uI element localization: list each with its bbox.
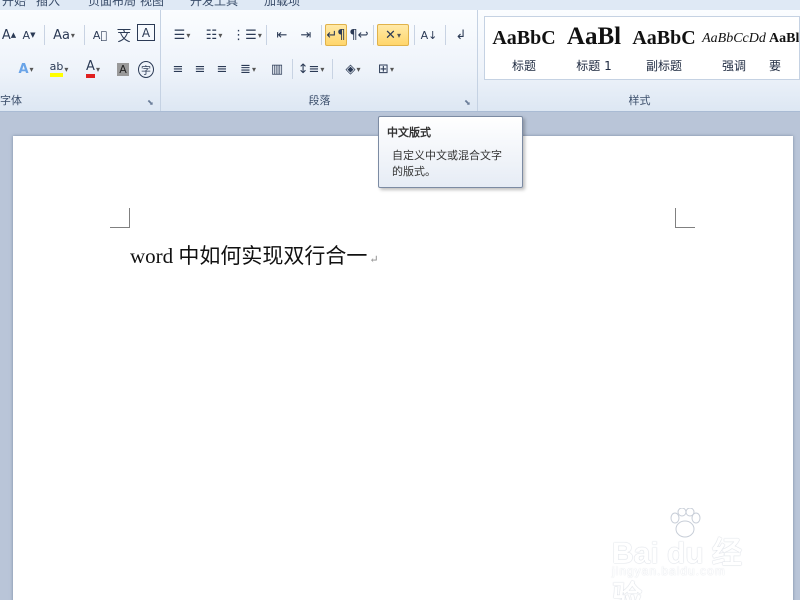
document-text[interactable]: word 中如何实现双行合一 ↵ bbox=[130, 240, 379, 270]
separator bbox=[373, 25, 374, 45]
ribbon-tab-strip: 开始 插入 页面布局 视图 开发工具 加载项 bbox=[0, 0, 800, 10]
tooltip-body-line: 的版式。 bbox=[392, 165, 436, 178]
increase-indent-button[interactable]: ⇥ bbox=[295, 24, 317, 46]
style-heading-1[interactable]: AaBl 标题 1 bbox=[559, 17, 629, 79]
margin-corner-mark bbox=[110, 208, 130, 228]
style-title[interactable]: AaBbC 标题 bbox=[489, 17, 559, 79]
tooltip-body: 自定义中文或混合文字 的版式。 bbox=[387, 148, 514, 180]
styles-gallery[interactable]: AaBbC 标题 AaBl 标题 1 AaBbC 副标题 AaBbCcDd 强调… bbox=[484, 16, 800, 80]
change-case-button[interactable]: Aa ▾ bbox=[50, 24, 78, 46]
shrink-font-button[interactable]: A ▼ bbox=[20, 24, 38, 46]
style-name: 标题 bbox=[511, 59, 536, 73]
separator bbox=[84, 25, 85, 45]
paragraph-mark-icon: ↵ bbox=[369, 254, 379, 266]
numbering-button[interactable]: ☷ ▾ bbox=[200, 24, 228, 46]
font-group-label: 字体 bbox=[0, 94, 22, 107]
separator bbox=[292, 59, 293, 79]
style-strong[interactable]: AaBl 要 bbox=[769, 17, 800, 79]
style-name: 副标题 bbox=[645, 59, 682, 73]
ltr-text-direction-button[interactable]: ↵¶ bbox=[325, 24, 347, 46]
watermark-url: jingyan.baidu.com bbox=[612, 564, 726, 578]
rtl-text-direction-button[interactable]: ¶↩ bbox=[349, 24, 369, 46]
ribbon: A ▲ A ▼ Aa ▾ A⃒ 文 A A ▾ ab ▾ A ▾ A 字 字体 ⬊ ☰ ▾ ☷… bbox=[0, 10, 800, 112]
style-sample: AaBl bbox=[566, 23, 622, 49]
tab-addins[interactable]: 加载项 bbox=[264, 0, 300, 9]
paragraph-group-label: 段落 bbox=[308, 94, 331, 107]
style-name: 标题 1 bbox=[576, 59, 612, 73]
paragraph-dialog-launcher-icon[interactable]: ⬊ bbox=[464, 98, 473, 107]
align-left-button[interactable]: ≡ bbox=[168, 58, 188, 80]
separator bbox=[44, 25, 45, 45]
tab-insert[interactable]: 插入 bbox=[36, 0, 60, 9]
multilevel-list-button[interactable]: ⋮☰ ▾ bbox=[232, 24, 262, 46]
tooltip-title: 中文版式 bbox=[387, 126, 431, 139]
separator bbox=[445, 25, 446, 45]
style-sample: AaBl bbox=[769, 31, 800, 46]
style-name: 要 bbox=[769, 59, 782, 73]
align-center-button[interactable]: ≡ bbox=[190, 58, 210, 80]
margin-corner-mark bbox=[675, 208, 695, 228]
style-subtitle[interactable]: AaBbC 副标题 bbox=[629, 17, 699, 79]
highlight-button[interactable]: ab ▾ bbox=[44, 58, 74, 80]
tab-layout[interactable]: 页面布局 bbox=[88, 0, 136, 9]
clear-format-icon[interactable]: A⃒ bbox=[90, 24, 110, 46]
sort-icon[interactable]: A↓ bbox=[418, 24, 440, 46]
character-shading-button[interactable]: A bbox=[114, 58, 132, 80]
tooltip-body-line: 自定义中文或混合文字 bbox=[392, 149, 502, 162]
shading-button[interactable]: ◈ ▾ bbox=[338, 58, 368, 80]
separator bbox=[414, 25, 415, 45]
grow-font-button[interactable]: A ▲ bbox=[0, 24, 18, 46]
borders-button[interactable]: ⊞ ▾ bbox=[372, 58, 400, 80]
tab-developer[interactable]: 开发工具 bbox=[190, 0, 238, 9]
baidu-jingyan-watermark: Bai du 经验 jingyan.baidu.com bbox=[612, 508, 762, 600]
style-sample: AaBbC bbox=[492, 27, 556, 49]
tab-file[interactable]: 开始 bbox=[2, 0, 26, 9]
paragraph-group: ☰ ▾ ☷ ▾ ⋮☰ ▾ ⇤ ⇥ ↵¶ ¶↩ ✕ ▾ A↓ ↲ ≡ ≡ ≡ ≣ ▾ ▥ ↕… bbox=[162, 10, 478, 111]
text-effect-button[interactable]: A ▾ bbox=[12, 58, 40, 80]
style-sample: AaBbCcDd bbox=[702, 31, 766, 46]
phonetic-guide-button[interactable]: 文 bbox=[114, 24, 134, 46]
separator bbox=[321, 25, 322, 45]
decrease-indent-button[interactable]: ⇤ bbox=[271, 24, 293, 46]
styles-group-label: 样式 bbox=[628, 94, 651, 107]
font-group: A ▲ A ▼ Aa ▾ A⃒ 文 A A ▾ ab ▾ A ▾ A 字 字体 ⬊ bbox=[0, 10, 161, 111]
tab-view[interactable]: 视图 bbox=[140, 0, 164, 9]
enclose-characters-button[interactable]: 字 bbox=[136, 58, 156, 80]
bullets-button[interactable]: ☰ ▾ bbox=[168, 24, 196, 46]
separator bbox=[332, 59, 333, 79]
separator bbox=[266, 25, 267, 45]
justify-button[interactable]: ≣ ▾ bbox=[234, 58, 262, 80]
align-right-button[interactable]: ≡ bbox=[212, 58, 232, 80]
font-color-button[interactable]: A ▾ bbox=[78, 58, 108, 80]
style-sample: AaBbC bbox=[632, 27, 696, 49]
font-dialog-launcher-icon[interactable]: ⬊ bbox=[147, 98, 156, 107]
line-spacing-button[interactable]: ↕≡ ▾ bbox=[296, 58, 326, 80]
chinese-layout-button[interactable]: ✕ ▾ bbox=[377, 24, 409, 46]
distributed-align-button[interactable]: ▥ bbox=[266, 58, 288, 80]
style-name: 强调 bbox=[721, 59, 746, 73]
style-emphasis[interactable]: AaBbCcDd 强调 bbox=[699, 17, 769, 79]
show-formatting-marks-icon[interactable]: ↲ bbox=[450, 24, 472, 46]
chinese-layout-tooltip: 中文版式 自定义中文或混合文字 的版式。 bbox=[378, 116, 523, 188]
document-text-content: word 中如何实现双行合一 bbox=[130, 244, 368, 268]
character-border-button[interactable]: A bbox=[137, 24, 155, 41]
